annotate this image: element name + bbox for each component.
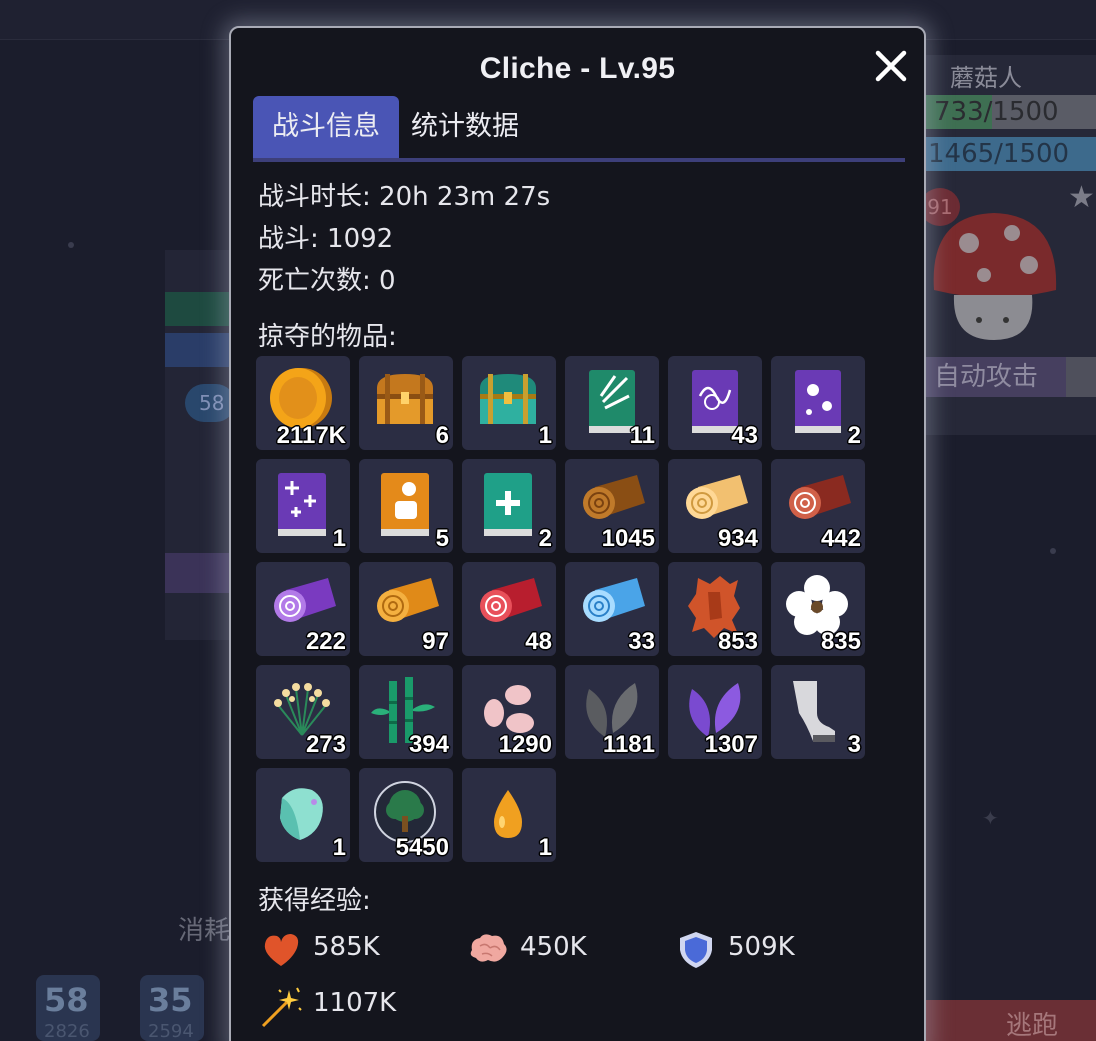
loot-item[interactable]: 853 <box>668 562 762 656</box>
loot-count: 5450 <box>395 834 449 861</box>
brain-icon <box>470 934 507 962</box>
battle-duration: 战斗时长: 20h 23m 27s <box>258 182 551 212</box>
loot-item[interactable]: 394 <box>359 665 453 759</box>
consumables-label: 消耗 <box>178 916 231 946</box>
xp-defense: 509K <box>674 928 824 968</box>
loot-count: 394 <box>408 731 449 758</box>
enemy-mp-bar: 1465/1500 <box>924 137 1096 171</box>
background-dot <box>1050 548 1056 554</box>
loot-count: 3 <box>847 731 861 758</box>
loot-item[interactable]: 2117K <box>256 356 350 450</box>
shield-icon <box>680 932 712 968</box>
background-left-button[interactable] <box>165 553 235 593</box>
xp-magic: 1107K <box>259 984 429 1028</box>
dialog-title: Cliche - Lv.95 <box>479 52 676 85</box>
loot-item[interactable]: 48 <box>462 562 556 656</box>
loot-item[interactable]: 2 <box>771 356 865 450</box>
enemy-hp-bar: 733/1500 <box>924 95 1096 129</box>
loot-item[interactable]: 273 <box>256 665 350 759</box>
xp-value: 1107K <box>313 988 397 1018</box>
loot-count: 1 <box>538 422 552 449</box>
loot-item[interactable]: 1 <box>462 356 556 450</box>
loot-item[interactable]: 1290 <box>462 665 556 759</box>
loot-count: 2 <box>538 525 552 552</box>
loot-count: 6 <box>435 422 449 449</box>
loot-item[interactable]: 43 <box>668 356 762 450</box>
loot-count: 43 <box>731 422 758 449</box>
consumable-slot[interactable]: 35 2594 <box>140 975 204 1041</box>
loot-item[interactable]: 1045 <box>565 459 659 553</box>
loot-item[interactable]: 835 <box>771 562 865 656</box>
loot-count: 1 <box>538 834 552 861</box>
loot-count: 11 <box>629 422 655 449</box>
xp-stamina: 585K <box>259 928 409 968</box>
loot-item[interactable]: 2 <box>462 459 556 553</box>
close-icon[interactable] <box>873 48 909 84</box>
loot-item[interactable]: 5 <box>359 459 453 553</box>
loot-count: 835 <box>820 628 861 655</box>
loot-item[interactable]: 442 <box>771 459 865 553</box>
auto-attack-button[interactable]: 自动攻击 <box>924 357 1066 397</box>
enemy-name: 蘑菇人 <box>950 64 1022 92</box>
loot-item[interactable]: 1 <box>256 768 350 862</box>
loot-count: 2117K <box>276 422 346 449</box>
loot-count: 1181 <box>602 731 655 758</box>
loot-count: 33 <box>628 628 655 655</box>
loot-item[interactable]: 1181 <box>565 665 659 759</box>
death-count: 死亡次数: 0 <box>258 266 396 296</box>
loot-count: 853 <box>717 628 758 655</box>
mushroom-enemy-icon <box>933 213 1057 340</box>
loot-count: 5 <box>435 525 449 552</box>
heart-icon <box>264 934 299 966</box>
loot-count: 273 <box>305 731 346 758</box>
enemy-hp-text: 733/1500 <box>934 97 1059 127</box>
magic-wand-icon <box>261 987 302 1028</box>
loot-item[interactable]: 1 <box>462 768 556 862</box>
tab-underline <box>253 158 905 162</box>
loot-item[interactable]: 3 <box>771 665 865 759</box>
loot-item[interactable]: 97 <box>359 562 453 656</box>
loot-count: 48 <box>525 628 552 655</box>
battle-info-dialog: Cliche - Lv.95 战斗信息 统计数据 战斗时长: 20h 23m 2… <box>229 26 926 1041</box>
battle-count: 战斗: 1092 <box>258 224 394 254</box>
loot-item[interactable]: 5450 <box>359 768 453 862</box>
tab-battle-info[interactable]: 战斗信息 <box>253 96 399 158</box>
background-dot <box>68 242 74 248</box>
loot-count: 1 <box>332 834 346 861</box>
loot-label: 掠夺的物品: <box>258 322 397 352</box>
loot-count: 2 <box>847 422 861 449</box>
dialog-tabs: 战斗信息 统计数据 <box>253 96 905 162</box>
loot-item[interactable]: 11 <box>565 356 659 450</box>
loot-count: 1290 <box>498 731 552 758</box>
background-left-mp-bar <box>165 333 235 367</box>
consumable-slot[interactable]: 58 2826 <box>36 975 100 1041</box>
loot-count: 934 <box>717 525 758 552</box>
loot-count: 442 <box>820 525 861 552</box>
loot-count: 97 <box>422 628 449 655</box>
auto-attack-toggle[interactable] <box>1066 357 1096 397</box>
enemy-mp-text: 1465/1500 <box>928 139 1070 169</box>
loot-count: 1045 <box>601 525 655 552</box>
loot-item[interactable]: 222 <box>256 562 350 656</box>
loot-count: 1 <box>332 525 346 552</box>
xp-value: 450K <box>520 932 587 962</box>
xp-label: 获得经验: <box>258 886 371 916</box>
loot-item[interactable]: 1307 <box>668 665 762 759</box>
xp-value: 509K <box>728 932 795 962</box>
xp-intelligence: 450K <box>466 928 616 968</box>
sparkle-icon: ✦ <box>982 806 999 830</box>
loot-item[interactable]: 934 <box>668 459 762 553</box>
loot-count: 222 <box>305 628 346 655</box>
tab-statistics[interactable]: 统计数据 <box>411 96 519 158</box>
loot-item[interactable]: 33 <box>565 562 659 656</box>
loot-item[interactable]: 1 <box>256 459 350 553</box>
flee-button[interactable]: 逃跑 <box>924 1000 1096 1041</box>
star-icon[interactable]: ★ <box>1068 180 1095 215</box>
xp-value: 585K <box>313 932 380 962</box>
background-left-pill: 58 <box>185 384 235 422</box>
loot-item[interactable]: 6 <box>359 356 453 450</box>
loot-count: 1307 <box>704 731 758 758</box>
background-left-hp-bar <box>165 292 235 326</box>
